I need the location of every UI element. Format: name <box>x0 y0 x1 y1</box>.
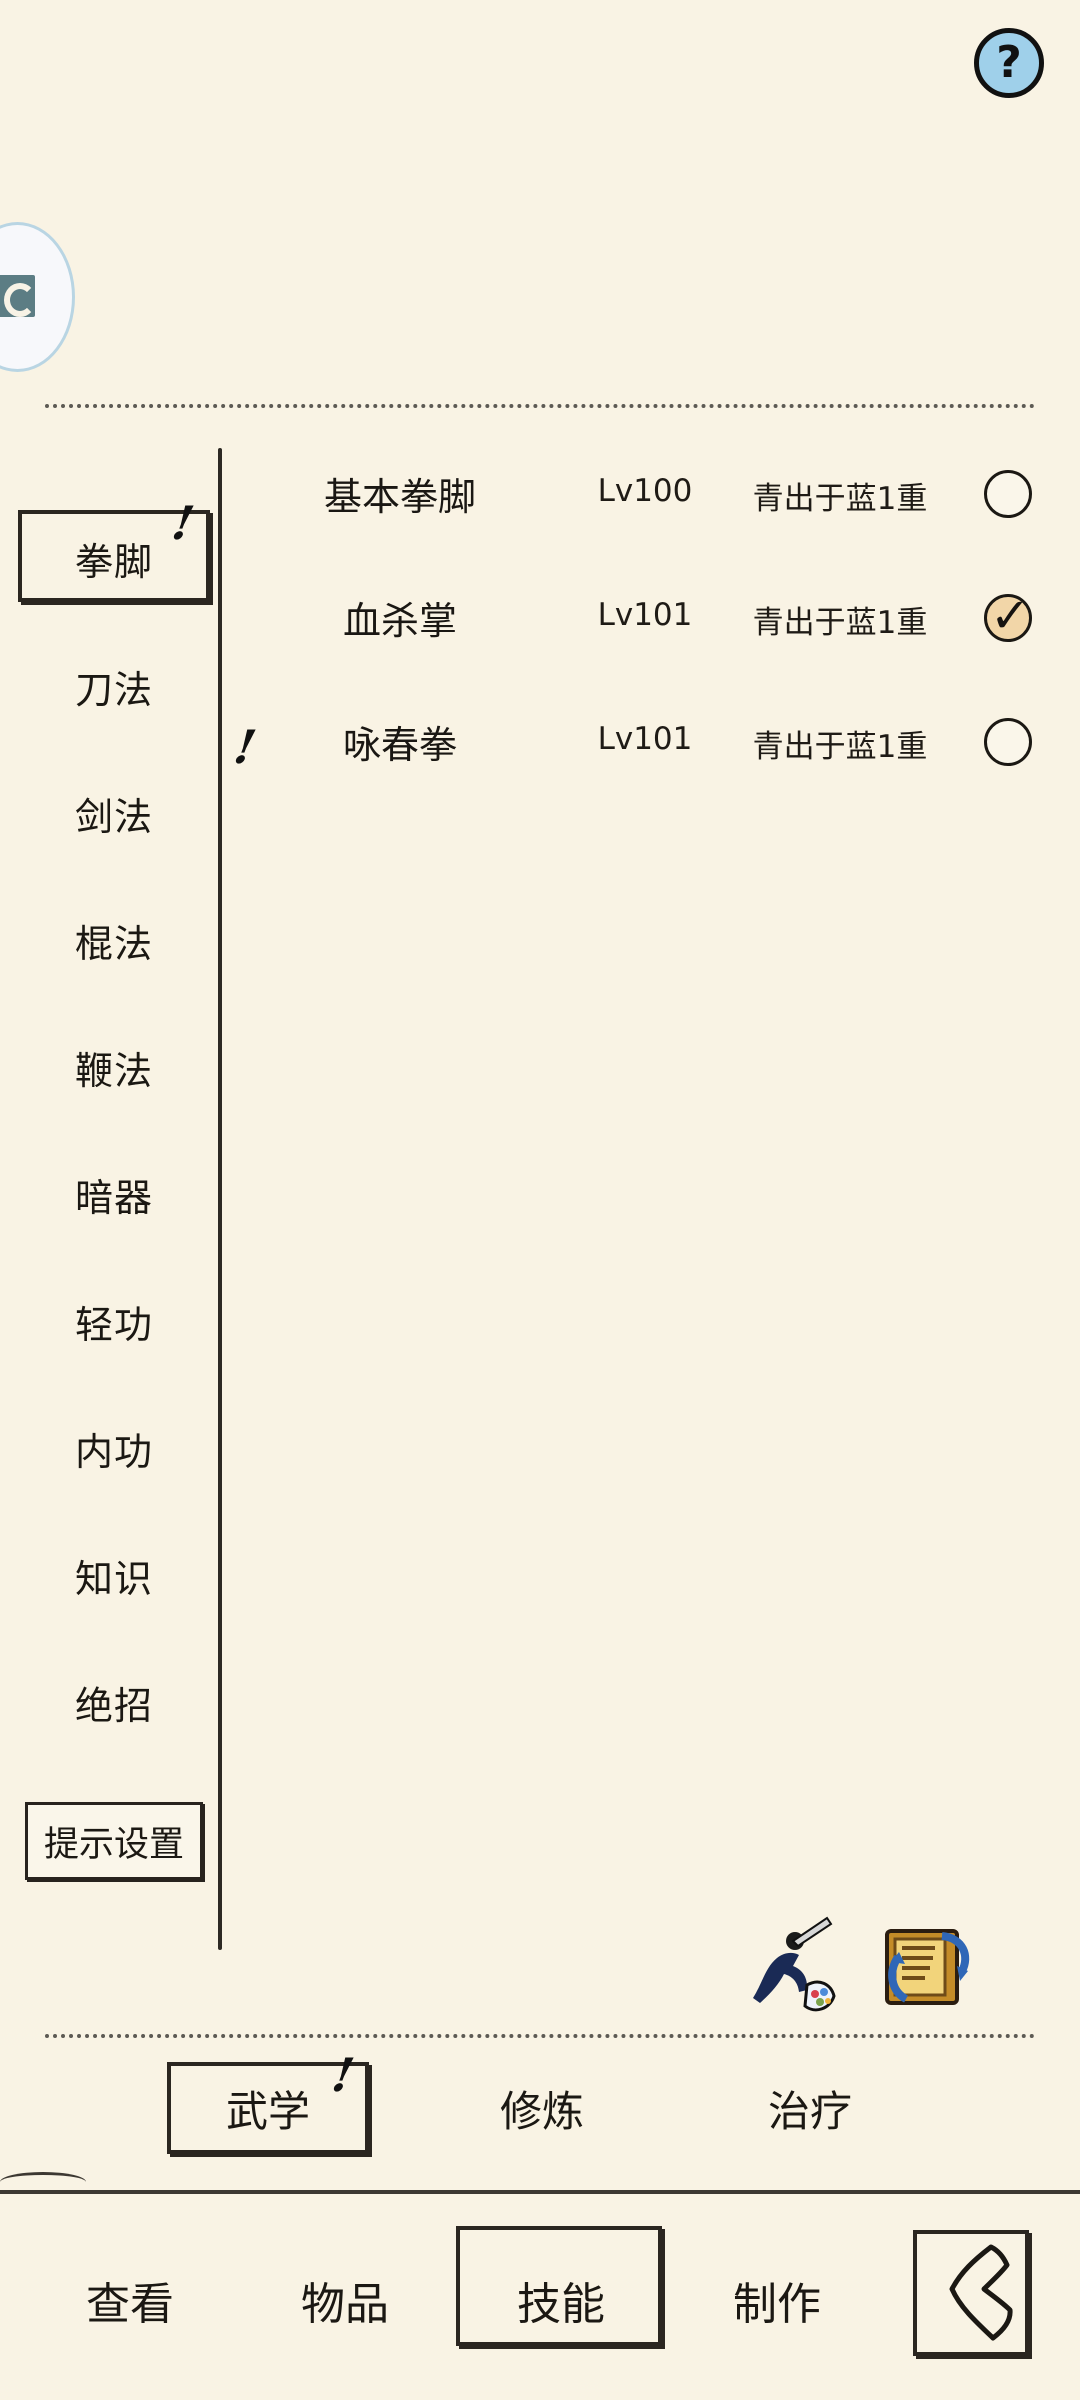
category-item-bianfa[interactable]: 鞭法 <box>20 1027 208 1107</box>
tab-zhiliao[interactable]: 治疗 <box>720 2068 900 2148</box>
category-item-jianfa[interactable]: 剑法 <box>20 773 208 853</box>
nav-skills[interactable]: 技能 <box>476 2250 646 2350</box>
category-label: 剑法 <box>74 794 153 839</box>
category-label: 棍法 <box>74 921 153 966</box>
skill-select-radio[interactable] <box>984 470 1032 518</box>
checkmark-icon: ✓ <box>990 588 1031 644</box>
skill-stage: 青出于蓝1重 <box>752 481 928 517</box>
category-item-neigong[interactable]: 内功 <box>20 1408 208 1488</box>
skill-level: Lv101 <box>597 721 693 757</box>
category-divider <box>218 448 222 1950</box>
book-swap-icon[interactable] <box>875 1908 983 2016</box>
nav-label: 物品 <box>301 2279 389 2330</box>
category-label: 鞭法 <box>74 1048 153 1093</box>
tab-label: 武学 <box>225 2086 310 2136</box>
help-button[interactable]: ? <box>974 28 1044 98</box>
skill-stage: 青出于蓝1重 <box>752 605 928 641</box>
skill-name[interactable]: 血杀掌 <box>300 590 500 645</box>
skill-select-radio[interactable]: ✓ <box>984 588 1032 644</box>
category-item-juezhao[interactable]: 绝招 <box>20 1662 208 1742</box>
skill-name[interactable]: 基本拳脚 <box>300 466 500 521</box>
skill-select-radio[interactable] <box>984 718 1032 766</box>
category-label: 轻功 <box>74 1302 153 1347</box>
category-item-gunfa[interactable]: 棍法 <box>20 900 208 980</box>
nav-crafting[interactable]: 制作 <box>692 2250 862 2350</box>
tab-label: 治疗 <box>767 2086 852 2136</box>
tab-xiulian[interactable]: 修炼 <box>452 2068 632 2148</box>
skill-name[interactable]: 咏春拳 <box>300 714 500 769</box>
nav-items[interactable]: 物品 <box>260 2250 430 2350</box>
bottom-divider <box>0 2190 1080 2194</box>
category-label: 内功 <box>74 1429 153 1474</box>
nav-label: 制作 <box>733 2279 821 2330</box>
skill-level: Lv101 <box>597 597 693 633</box>
category-item-daofa[interactable]: 刀法 <box>20 646 208 726</box>
skill-level: Lv100 <box>597 473 693 509</box>
skill-notice-icon: ! <box>230 720 260 774</box>
back-button[interactable] <box>913 2230 1029 2356</box>
nav-label: 查看 <box>86 2279 174 2330</box>
avatar[interactable] <box>0 222 75 372</box>
brush-stroke-decoration <box>0 2172 86 2192</box>
category-item-zhishi[interactable]: 知识 <box>20 1535 208 1615</box>
tab-label: 修炼 <box>499 2086 584 2136</box>
category-label: 绝招 <box>74 1683 153 1728</box>
category-item-anqi[interactable]: 暗器 <box>20 1154 208 1234</box>
category-label: 暗器 <box>74 1175 153 1220</box>
skill-stage: 青出于蓝1重 <box>752 729 928 765</box>
ninja-icon[interactable] <box>735 1910 843 2018</box>
top-dotted-divider <box>45 404 1035 408</box>
category-label: 知识 <box>74 1556 153 1601</box>
nav-view[interactable]: 查看 <box>45 2250 215 2350</box>
hint-settings-button[interactable]: 提示设置 <box>25 1802 203 1880</box>
category-item-qinggong[interactable]: 轻功 <box>20 1281 208 1361</box>
category-label: 拳脚 <box>74 539 153 584</box>
nav-label: 技能 <box>517 2279 605 2330</box>
lower-dotted-divider <box>45 2034 1035 2038</box>
back-arrow-icon <box>949 2244 1013 2341</box>
avatar-icon <box>0 275 36 317</box>
category-label: 刀法 <box>74 667 153 712</box>
